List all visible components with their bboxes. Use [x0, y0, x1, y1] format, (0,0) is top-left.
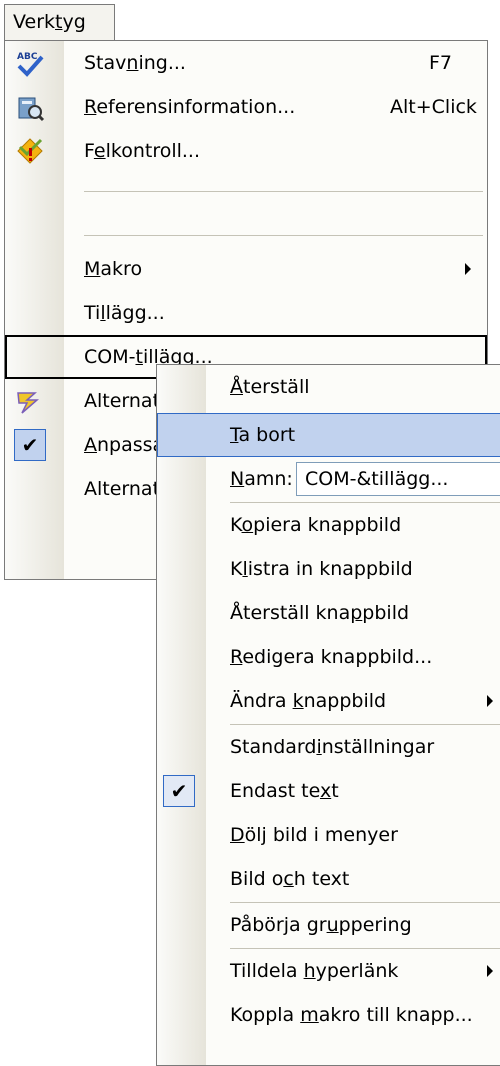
submenu-item-dolj-bild-i-menyer[interactable]: Dölj bild i menyer [157, 813, 500, 857]
button-context-submenu: Återställ Ta bort Namn: COM-&tillägg... … [156, 364, 500, 1066]
submenu-item-kopiera-knappbild[interactable]: Kopiera knappbild [157, 503, 500, 547]
submenu-item-redigera-knappbild[interactable]: Redigera knappbild... [157, 635, 500, 679]
submenu-arrow-icon [465, 263, 471, 275]
submenu-item-endast-text[interactable]: ✔ Endast text [157, 769, 500, 813]
submenu-item-klistra-in-knappbild[interactable]: Klistra in knappbild [157, 547, 500, 591]
svg-text:ABC: ABC [17, 52, 38, 62]
menu-item-makro[interactable]: Makro [5, 247, 487, 291]
menu-item-stavning[interactable]: ABC Stavning... F7 [5, 41, 487, 85]
submenu-item-aterstall[interactable]: Återställ [157, 365, 500, 409]
menu-separator [84, 235, 483, 236]
research-book-icon [18, 97, 45, 122]
submenu-item-aterstall-knappbild[interactable]: Återställ knappbild [157, 591, 500, 635]
submenu-item-ta-bort[interactable]: Ta bort [157, 413, 500, 457]
check-icon: ✔ [163, 775, 195, 807]
submenu-item-andra-knappbild[interactable]: Ändra knappbild [157, 679, 500, 723]
submenu-item-standardinstallningar[interactable]: Standardinställningar [157, 725, 500, 769]
shortcut-alt-click: Alt+Click [390, 96, 477, 118]
error-check-diamond-icon [17, 138, 43, 164]
check-icon: ✔ [14, 429, 46, 461]
button-name-input[interactable]: COM-&tillägg... [296, 462, 500, 496]
menu-item-felkontroll[interactable]: Felkontroll... [5, 129, 487, 173]
menu-item-tillagg[interactable]: Tillägg... [5, 291, 487, 335]
submenu-arrow-icon [487, 965, 493, 977]
menu-separator [84, 191, 483, 192]
submenu-arrow-icon [487, 695, 493, 707]
menu-title-verktyg[interactable]: Verktyg [4, 4, 115, 41]
spelling-abc-check-icon: ABC [17, 52, 44, 77]
submenu-item-namn[interactable]: Namn: COM-&tillägg... [157, 457, 500, 501]
shortcut-f7: F7 [429, 52, 453, 74]
submenu-item-paborja-gruppering[interactable]: Påbörja gruppering [157, 903, 500, 947]
autocorrect-lightning-icon [17, 392, 40, 414]
menu-item-referensinformation[interactable]: Referensinformation... Alt+Click [5, 85, 487, 129]
submenu-item-bild-och-text[interactable]: Bild och text [157, 857, 500, 901]
submenu-item-tilldela-hyperlank[interactable]: Tilldela hyperlänk [157, 949, 500, 993]
submenu-item-koppla-makro[interactable]: Koppla makro till knapp... [157, 993, 500, 1037]
